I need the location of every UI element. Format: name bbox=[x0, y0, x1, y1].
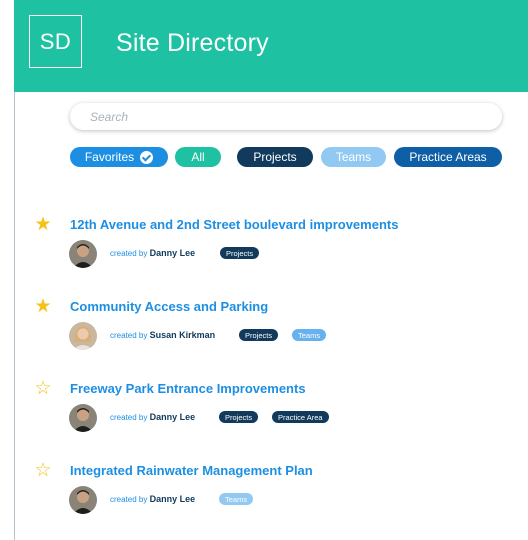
tag-practice-area: Practice Area bbox=[272, 411, 329, 423]
app-logo[interactable]: SD bbox=[29, 15, 82, 68]
site-directory-app: SD Site Directory Favorites All Projects… bbox=[0, 0, 528, 540]
filter-all-button[interactable]: All bbox=[175, 147, 221, 167]
header-bar: SD Site Directory bbox=[14, 0, 528, 92]
created-by-text: created by Danny Lee bbox=[110, 412, 195, 422]
created-by-text: created by Danny Lee bbox=[110, 494, 195, 504]
tag-projects: Projects bbox=[219, 411, 259, 423]
check-circle-icon bbox=[140, 150, 154, 164]
created-by-text: created by Danny Lee bbox=[110, 248, 195, 258]
author-name[interactable]: Susan Kirkman bbox=[150, 330, 216, 340]
site-title-link[interactable]: Freeway Park Entrance Improvements bbox=[70, 381, 306, 396]
filter-favorites-button[interactable]: Favorites bbox=[70, 147, 168, 167]
star-filled-icon[interactable]: ★ bbox=[33, 215, 53, 235]
created-prefix: created by bbox=[110, 331, 148, 340]
filter-projects-button[interactable]: Projects bbox=[237, 147, 313, 167]
created-prefix: created by bbox=[110, 495, 148, 504]
tag-teams: Teams bbox=[219, 493, 254, 505]
tag-teams: Teams bbox=[292, 329, 327, 341]
star-filled-icon[interactable]: ★ bbox=[33, 297, 53, 317]
site-list-item: ★ Community Access and Parking created b… bbox=[30, 297, 510, 357]
filter-practice-areas-button[interactable]: Practice Areas bbox=[394, 147, 502, 167]
site-title-link[interactable]: Integrated Rainwater Management Plan bbox=[70, 463, 313, 478]
site-list-item: ☆ Freeway Park Entrance Improvements cre… bbox=[30, 379, 510, 439]
star-outline-icon[interactable]: ☆ bbox=[33, 461, 53, 481]
content-border bbox=[14, 92, 15, 540]
author-name[interactable]: Danny Lee bbox=[150, 248, 196, 258]
tag-projects: Projects bbox=[239, 329, 279, 341]
avatar bbox=[69, 240, 97, 268]
created-prefix: created by bbox=[110, 413, 148, 422]
star-outline-icon[interactable]: ☆ bbox=[33, 379, 53, 399]
page-title: Site Directory bbox=[116, 29, 269, 57]
avatar bbox=[69, 486, 97, 514]
author-name[interactable]: Danny Lee bbox=[150, 412, 196, 422]
created-by-text: created by Susan Kirkman bbox=[110, 330, 215, 340]
site-title-link[interactable]: Community Access and Parking bbox=[70, 299, 268, 314]
filter-teams-button[interactable]: Teams bbox=[321, 147, 386, 167]
tag-projects: Projects bbox=[220, 247, 260, 259]
site-title-link[interactable]: 12th Avenue and 2nd Street boulevard imp… bbox=[70, 217, 398, 232]
author-name[interactable]: Danny Lee bbox=[150, 494, 196, 504]
site-list-item: ★ 12th Avenue and 2nd Street boulevard i… bbox=[30, 215, 510, 275]
avatar bbox=[69, 322, 97, 350]
filter-favorites-label: Favorites bbox=[84, 150, 135, 164]
site-list-item: ☆ Integrated Rainwater Management Plan c… bbox=[30, 461, 510, 521]
search-input[interactable] bbox=[70, 103, 502, 130]
created-prefix: created by bbox=[110, 249, 148, 258]
avatar bbox=[69, 404, 97, 432]
